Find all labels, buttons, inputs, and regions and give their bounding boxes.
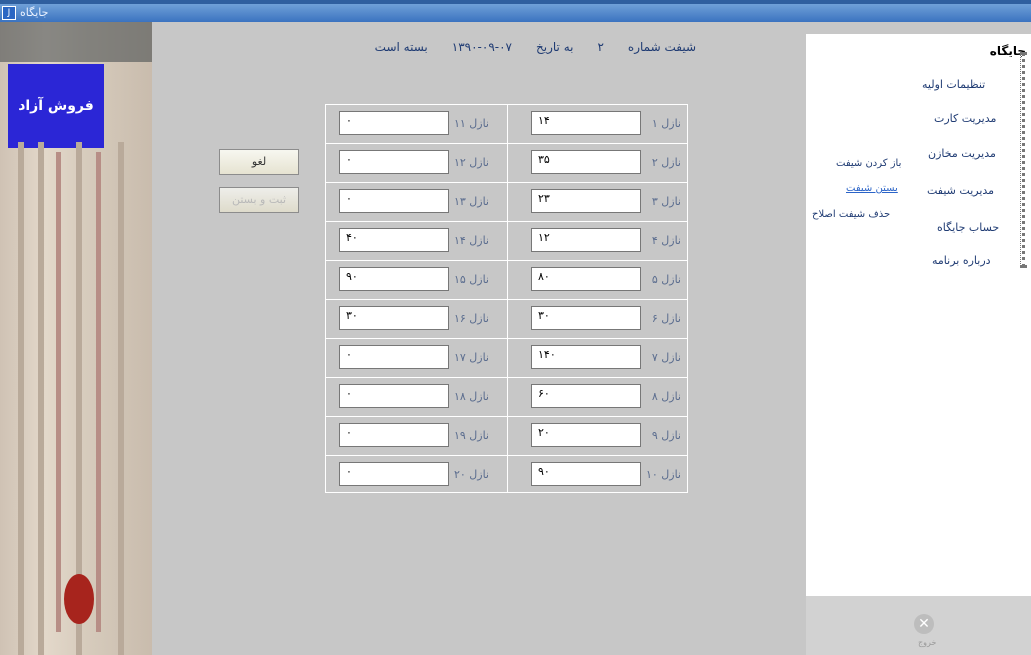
nozzle-label-20: نازل ۲۰ (453, 468, 489, 481)
nozzle-label-15: نازل ۱۵ (453, 273, 489, 286)
title-bar: J جایگاه (0, 4, 1031, 22)
date-value: ۱۳۹۰-۰۹-۰۷ (451, 40, 512, 54)
cancel-button[interactable]: لغو (219, 149, 299, 175)
background-photo: فروش آزاد (0, 22, 152, 655)
nozzle-label-12: نازل ۱۲ (453, 156, 489, 169)
photo-stripe (56, 152, 61, 632)
nozzle-label-4: نازل ۴ (651, 234, 681, 247)
nozzle-label-7: نازل ۷ (651, 351, 681, 364)
date-label: به تاریخ (536, 40, 574, 54)
tree-sub-open-shift[interactable]: باز کردن شیفت (836, 158, 901, 169)
tree-item-account[interactable]: حساب جایگاه (937, 221, 999, 234)
nozzle-label-2: نازل ۲ (651, 156, 681, 169)
nozzle-input-15[interactable]: ۹۰ (339, 267, 449, 291)
tree-item-card[interactable]: مدیریت کارت (934, 112, 996, 125)
shift-number: ۲ (597, 40, 604, 54)
nozzle-input-2[interactable]: ۳۵ (531, 150, 641, 174)
seal-icon (64, 574, 94, 624)
exit-label: خروج (918, 638, 937, 647)
nozzle-label-6: نازل ۶ (651, 312, 681, 325)
nozzle-input-6[interactable]: ۳۰ (531, 306, 641, 330)
app-icon: J (2, 6, 16, 20)
photo-top-shadow (0, 22, 152, 62)
nozzle-input-16[interactable]: ۳۰ (339, 306, 449, 330)
nozzle-input-12[interactable]: ۰ (339, 150, 449, 174)
nozzle-input-10[interactable]: ۹۰ (531, 462, 641, 486)
nozzle-input-18[interactable]: ۰ (339, 384, 449, 408)
nozzle-label-10: نازل ۱۰ (645, 468, 681, 481)
nozzle-input-9[interactable]: ۲۰ (531, 423, 641, 447)
nozzle-input-19[interactable]: ۰ (339, 423, 449, 447)
nozzle-input-5[interactable]: ۸۰ (531, 267, 641, 291)
save-close-button[interactable]: ثبت و بستن (219, 187, 299, 213)
tree-sub-delete-shift[interactable]: حذف شیفت اصلاح (812, 209, 890, 220)
nozzle-label-1: نازل ۱ (651, 117, 681, 130)
photo-stripe (96, 152, 101, 632)
tree-item-settings[interactable]: تنظیمات اولیه (922, 78, 985, 91)
nozzle-label-13: نازل ۱۳ (453, 195, 489, 208)
nozzle-input-7[interactable]: ۱۴۰ (531, 345, 641, 369)
shift-label: شیفت شماره (627, 40, 696, 54)
nav-tree-panel: جایگاه (806, 34, 1031, 596)
tree-item-about[interactable]: درباره برنامه (932, 254, 991, 267)
nozzle-label-3: نازل ۳ (651, 195, 681, 208)
shift-status: بسته است (374, 40, 428, 54)
nozzle-label-19: نازل ۱۹ (453, 429, 489, 442)
nozzle-label-5: نازل ۵ (651, 273, 681, 286)
close-icon[interactable]: ✕ (914, 614, 934, 634)
tree-item-tanks[interactable]: مدیریت مخازن (928, 147, 996, 160)
photo-stripe (18, 142, 24, 655)
nozzle-label-17: نازل ۱۷ (453, 351, 489, 364)
photo-stripe (118, 142, 124, 655)
nozzle-input-17[interactable]: ۰ (339, 345, 449, 369)
nozzle-input-14[interactable]: ۴۰ (339, 228, 449, 252)
nozzle-label-14: نازل ۱۴ (453, 234, 489, 247)
nozzle-label-18: نازل ۱۸ (453, 390, 489, 403)
nozzle-input-20[interactable]: ۰ (339, 462, 449, 486)
window-title: جایگاه (20, 6, 49, 19)
nozzle-label-11: نازل ۱۱ (453, 117, 489, 130)
nozzle-input-4[interactable]: ۱۲ (531, 228, 641, 252)
nozzle-label-9: نازل ۹ (651, 429, 681, 442)
nozzle-input-1[interactable]: ۱۴ (531, 111, 641, 135)
tree-sub-close-shift[interactable]: بستن شیفت (846, 183, 898, 194)
nozzle-input-8[interactable]: ۶۰ (531, 384, 641, 408)
nozzle-input-3[interactable]: ۲۳ (531, 189, 641, 213)
shift-header: شیفت شماره ۲ به تاریخ ۱۳۹۰-۰۹-۰۷ بسته اس… (375, 40, 696, 54)
nozzle-label-8: نازل ۸ (651, 390, 681, 403)
nozzle-input-13[interactable]: ۰ (339, 189, 449, 213)
nozzle-label-16: نازل ۱۶ (453, 312, 489, 325)
tree-item-shift[interactable]: مدیریت شیفت (927, 184, 994, 197)
photo-blue-banner: فروش آزاد (8, 64, 104, 148)
photo-stripe (38, 142, 44, 655)
nozzle-input-11[interactable]: ۰ (339, 111, 449, 135)
